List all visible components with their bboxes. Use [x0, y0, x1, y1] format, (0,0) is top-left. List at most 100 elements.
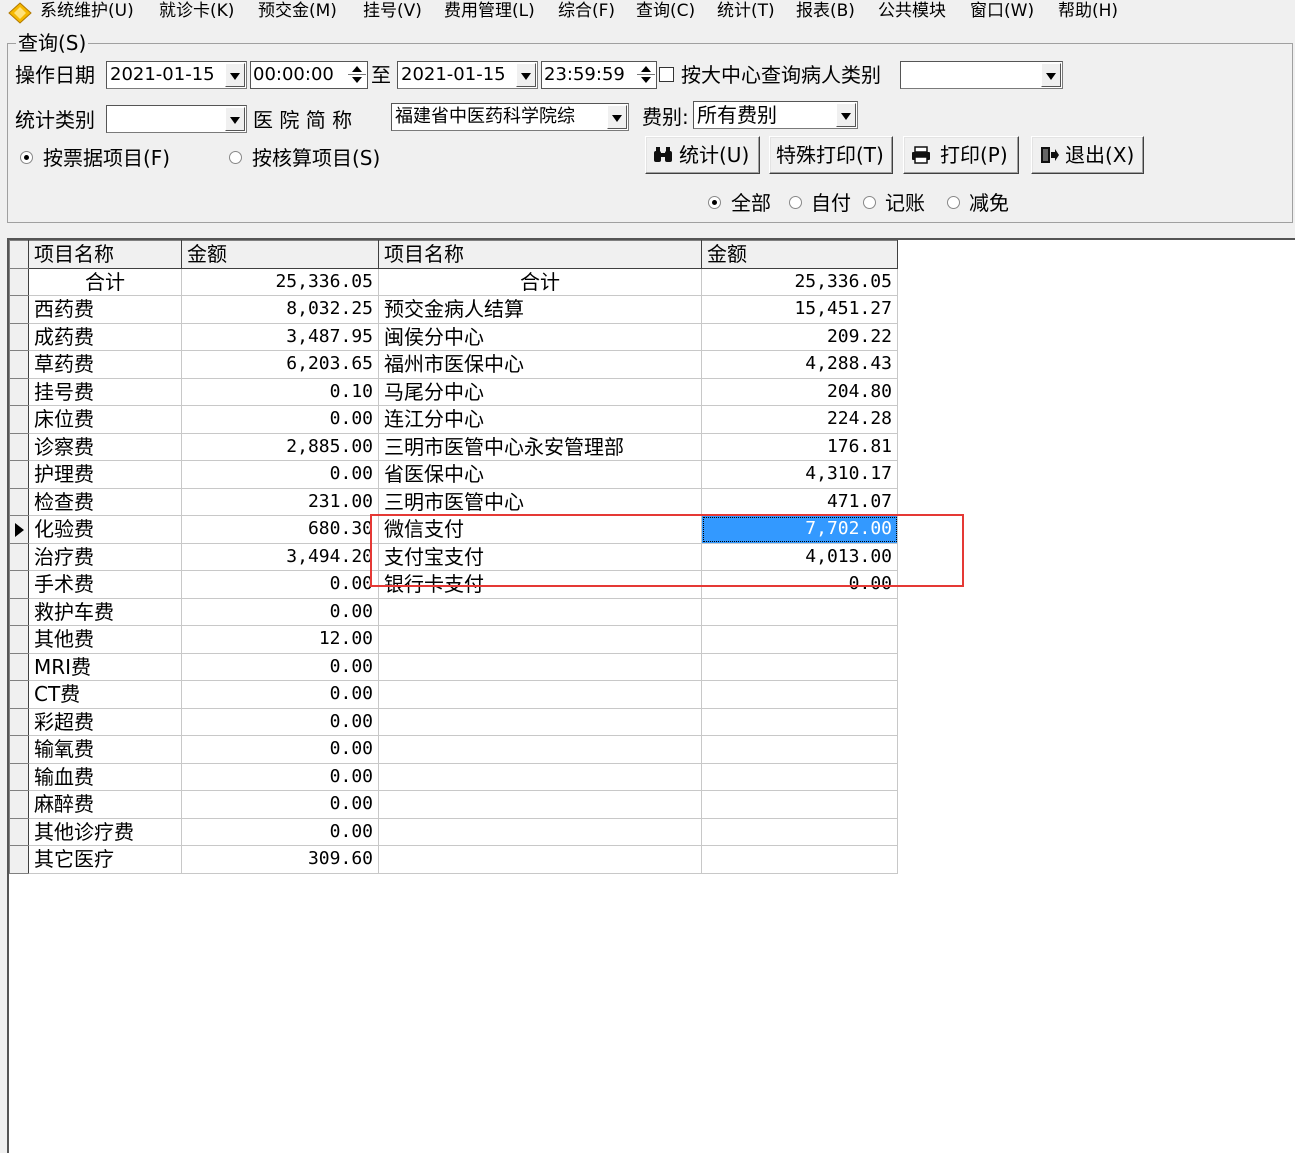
- radio-bill-item[interactable]: [20, 151, 33, 164]
- cell-amount[interactable]: [701, 597, 898, 626]
- cell-item-name[interactable]: 合计: [28, 267, 182, 296]
- start-time-spinner[interactable]: 00:00:00: [250, 61, 368, 89]
- row-indicator[interactable]: [9, 405, 29, 434]
- cell-item-name[interactable]: 治疗费: [28, 542, 182, 571]
- end-date-picker[interactable]: 2021-01-15: [397, 61, 538, 89]
- row-indicator[interactable]: [9, 762, 29, 791]
- radio-pay-account[interactable]: [863, 196, 876, 209]
- table-row[interactable]: 西药费 8,032.25 预交金病人结算 15,451.27: [9, 295, 898, 324]
- cell-amount[interactable]: [701, 817, 898, 846]
- cell-amount[interactable]: 471.07: [701, 487, 898, 516]
- radio-pay-account-label[interactable]: 记账: [885, 190, 925, 216]
- cell-amount[interactable]: 4,310.17: [701, 460, 898, 489]
- cell-item-name[interactable]: 救护车费: [28, 597, 182, 626]
- cell-amount[interactable]: 231.00: [181, 487, 379, 516]
- table-row[interactable]: 诊察费 2,885.00 三明市医管中心永安管理部 176.81: [9, 432, 898, 461]
- cell-amount[interactable]: [701, 625, 898, 654]
- row-indicator[interactable]: [9, 542, 29, 571]
- menu-query[interactable]: 查询(C): [636, 0, 695, 24]
- cell-item-name[interactable]: [378, 817, 702, 846]
- cell-amount[interactable]: 176.81: [701, 432, 898, 461]
- row-indicator[interactable]: [9, 515, 29, 544]
- cell-item-name[interactable]: 三明市医管中心: [378, 487, 702, 516]
- row-indicator[interactable]: [9, 707, 29, 736]
- menu-card[interactable]: 就诊卡(K): [159, 0, 234, 24]
- cell-amount[interactable]: 2,885.00: [181, 432, 379, 461]
- cell-amount[interactable]: 0.00: [181, 680, 379, 709]
- cell-item-name[interactable]: 马尾分中心: [378, 377, 702, 406]
- cell-amount[interactable]: 0.00: [181, 652, 379, 681]
- cell-item-name[interactable]: 手术费: [28, 570, 182, 599]
- row-indicator[interactable]: [9, 845, 29, 874]
- radio-pay-waive[interactable]: [947, 196, 960, 209]
- cell-amount[interactable]: 3,487.95: [181, 322, 379, 351]
- menu-register[interactable]: 挂号(V): [363, 0, 422, 24]
- cell-amount[interactable]: 3,494.20: [181, 542, 379, 571]
- col-header-amount-2[interactable]: 金额: [701, 240, 898, 269]
- cell-amount[interactable]: 309.60: [181, 845, 379, 874]
- menu-fee-management[interactable]: 费用管理(L): [444, 0, 535, 24]
- cell-amount[interactable]: 25,336.05: [181, 267, 379, 296]
- special-print-button[interactable]: 特殊打印(T): [769, 136, 893, 174]
- cell-amount[interactable]: [701, 790, 898, 819]
- print-button[interactable]: 打印(P): [903, 136, 1019, 174]
- cell-amount[interactable]: 204.80: [701, 377, 898, 406]
- cell-item-name[interactable]: 彩超费: [28, 707, 182, 736]
- menu-statistics[interactable]: 统计(T): [717, 0, 775, 24]
- row-indicator[interactable]: [9, 625, 29, 654]
- row-indicator[interactable]: [9, 652, 29, 681]
- col-header-item-name-1[interactable]: 项目名称: [28, 240, 182, 269]
- end-time-spinner[interactable]: 23:59:59: [541, 61, 657, 89]
- row-indicator[interactable]: [9, 460, 29, 489]
- cell-item-name[interactable]: 麻醉费: [28, 790, 182, 819]
- cell-item-name[interactable]: 草药费: [28, 350, 182, 379]
- cell-item-name[interactable]: 床位费: [28, 405, 182, 434]
- col-header-amount-1[interactable]: 金额: [181, 240, 379, 269]
- table-row[interactable]: 其他费 12.00: [9, 625, 898, 654]
- fee-type-select[interactable]: 所有费别: [693, 101, 858, 129]
- chevron-down-icon[interactable]: [607, 105, 627, 129]
- cell-amount[interactable]: 0.00: [181, 460, 379, 489]
- cell-item-name[interactable]: 西药费: [28, 295, 182, 324]
- menu-system[interactable]: 系统维护(U): [40, 0, 134, 24]
- cell-item-name[interactable]: 化验费: [28, 515, 182, 544]
- cell-amount[interactable]: 12.00: [181, 625, 379, 654]
- radio-pay-all[interactable]: [708, 196, 721, 209]
- center-query-checkbox[interactable]: [659, 67, 674, 82]
- menu-window[interactable]: 窗口(W): [970, 0, 1034, 24]
- table-row[interactable]: 护理费 0.00 省医保中心 4,310.17: [9, 460, 898, 489]
- row-indicator[interactable]: [9, 790, 29, 819]
- cell-item-name[interactable]: 输氧费: [28, 735, 182, 764]
- cell-item-name[interactable]: [378, 680, 702, 709]
- radio-pay-self[interactable]: [789, 196, 802, 209]
- col-header-item-name-2[interactable]: 项目名称: [378, 240, 702, 269]
- cell-item-name[interactable]: [378, 762, 702, 791]
- spin-arrows-icon[interactable]: [637, 63, 655, 87]
- cell-amount[interactable]: 0.00: [181, 597, 379, 626]
- table-row[interactable]: 检查费 231.00 三明市医管中心 471.07: [9, 487, 898, 516]
- stat-category-select[interactable]: [106, 105, 247, 133]
- cell-item-name[interactable]: 成药费: [28, 322, 182, 351]
- table-row[interactable]: 输血费 0.00: [9, 762, 898, 791]
- chevron-down-icon[interactable]: [1041, 63, 1061, 87]
- row-indicator[interactable]: [9, 350, 29, 379]
- cell-amount[interactable]: [701, 735, 898, 764]
- cell-amount[interactable]: 0.00: [181, 405, 379, 434]
- start-date-picker[interactable]: 2021-01-15: [106, 61, 247, 89]
- cell-amount[interactable]: 8,032.25: [181, 295, 379, 324]
- stat-button[interactable]: 统计(U): [645, 136, 760, 174]
- table-row[interactable]: 救护车费 0.00: [9, 597, 898, 626]
- cell-item-name[interactable]: [378, 652, 702, 681]
- cell-item-name[interactable]: 合计: [378, 267, 702, 296]
- cell-amount[interactable]: 6,203.65: [181, 350, 379, 379]
- spin-arrows-icon[interactable]: [348, 63, 366, 87]
- table-row[interactable]: 其它医疗 309.60: [9, 845, 898, 874]
- cell-item-name[interactable]: 其它医疗: [28, 845, 182, 874]
- table-row[interactable]: 挂号费 0.10 马尾分中心 204.80: [9, 377, 898, 406]
- row-indicator[interactable]: [9, 597, 29, 626]
- cell-item-name[interactable]: 护理费: [28, 460, 182, 489]
- cell-item-name[interactable]: [378, 735, 702, 764]
- table-row[interactable]: 输氧费 0.00: [9, 735, 898, 764]
- radio-pay-all-label[interactable]: 全部: [731, 190, 771, 216]
- row-indicator[interactable]: [9, 817, 29, 846]
